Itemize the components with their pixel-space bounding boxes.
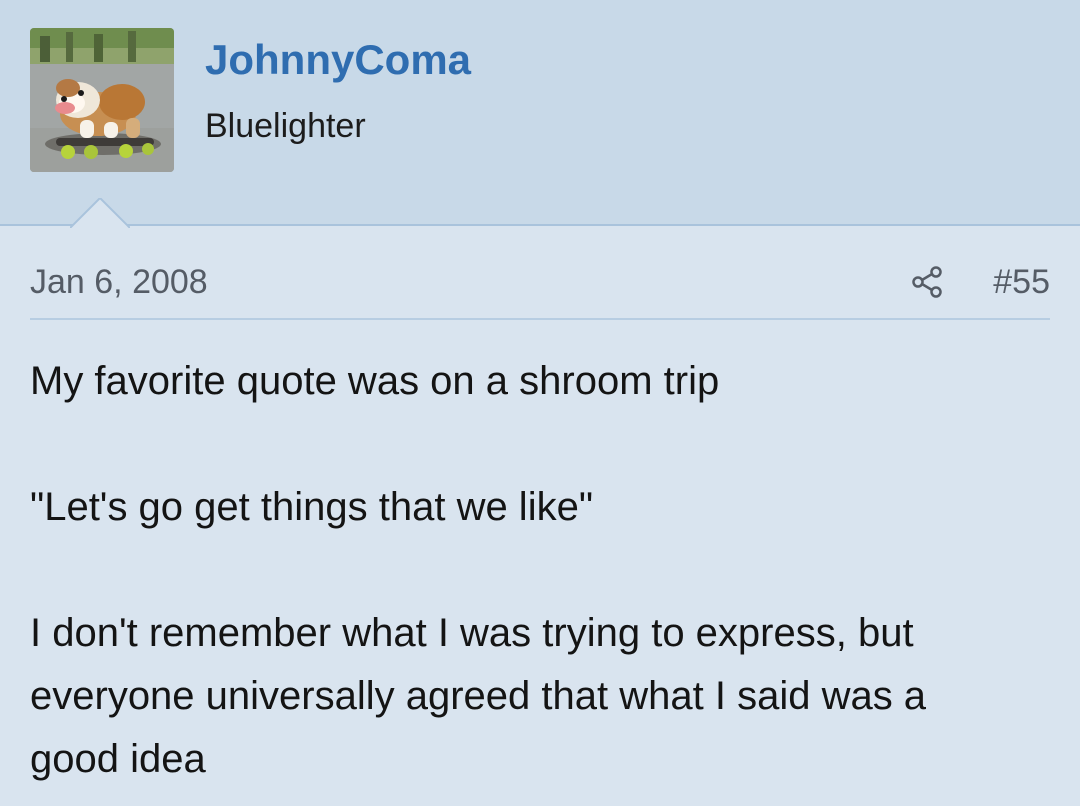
message-paragraph-gap — [30, 413, 1050, 476]
post-user-header: JohnnyComa Bluelighter — [0, 0, 1080, 228]
share-icon[interactable] — [910, 265, 944, 299]
post-message: My favorite quote was on a shroom trip "… — [30, 350, 1050, 791]
username-link[interactable]: JohnnyComa — [205, 35, 471, 85]
avatar-dog-skateboard-image — [30, 28, 174, 172]
message-paragraph-gap — [30, 539, 1050, 602]
header-pointer-arrow — [70, 198, 130, 228]
message-line: I don't remember what I was trying to ex… — [30, 611, 914, 655]
post-date[interactable]: Jan 6, 2008 — [30, 262, 208, 302]
user-title: Bluelighter — [205, 107, 366, 145]
message-line: good idea — [30, 737, 206, 781]
forum-post: JohnnyComa Bluelighter Jan 6, 2008 #55 M… — [0, 0, 1080, 806]
message-line: everyone universally agreed that what I … — [30, 674, 927, 718]
message-line: "Let's go get things that we like" — [30, 485, 594, 529]
post-meta-row: Jan 6, 2008 #55 — [30, 252, 1050, 320]
post-number[interactable]: #55 — [993, 262, 1050, 302]
message-line: My favorite quote was on a shroom trip — [30, 359, 720, 403]
user-avatar[interactable] — [30, 28, 174, 172]
